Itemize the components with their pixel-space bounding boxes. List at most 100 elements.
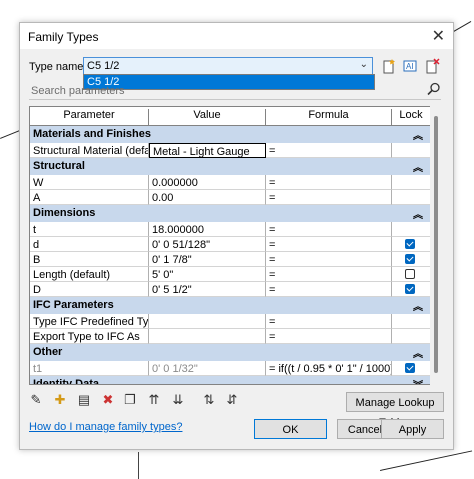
column-header-lock[interactable]: Lock <box>392 109 430 127</box>
parameter-name: Length (default) <box>30 267 149 282</box>
sort-descending-icon[interactable]: ⇵ <box>224 392 240 408</box>
group-title: Dimensions <box>33 207 96 219</box>
parameter-value-field[interactable] <box>149 329 266 344</box>
parameter-value-field[interactable]: 0' 0 1/32" <box>149 361 266 376</box>
apply-button[interactable]: Apply <box>381 419 444 439</box>
lock-checkbox[interactable] <box>405 254 415 264</box>
parameter-name: D <box>30 282 149 297</box>
parameter-name: Structural Material (default) <box>30 143 149 158</box>
table-row: Type IFC Predefined Type = <box>30 314 430 329</box>
ok-button[interactable]: OK <box>254 419 327 439</box>
parameter-formula-field[interactable]: = <box>266 175 392 190</box>
lock-cell <box>392 282 430 297</box>
type-name-label: Type name: <box>29 61 87 73</box>
parameter-formula-field[interactable]: = <box>266 329 392 344</box>
background-line <box>380 450 473 471</box>
rename-type-icon[interactable]: AI <box>402 58 418 74</box>
manage-lookup-tables-button[interactable]: Manage Lookup Tables <box>346 392 444 429</box>
parameter-name: Export Type to IFC As <box>30 329 149 344</box>
sort-ascending-icon[interactable]: ⇅ <box>201 392 217 408</box>
collapse-chevron-icon[interactable]: ︽ <box>413 298 423 313</box>
parameter-formula-field[interactable]: = <box>266 282 392 297</box>
parameter-formula-field[interactable]: = <box>266 314 392 329</box>
delete-type-icon[interactable] <box>424 58 440 74</box>
lock-cell <box>392 252 430 267</box>
lock-cell <box>392 361 430 376</box>
search-icon[interactable] <box>427 82 441 96</box>
column-header-value[interactable]: Value <box>149 109 266 127</box>
parameter-value-field[interactable]: 5' 0" <box>149 267 266 282</box>
parameter-formula-field[interactable]: = if((t / 0.95 * 0' 1" / 1000) < 0' <box>266 361 392 376</box>
collapse-chevron-icon[interactable]: ︾ <box>413 377 423 384</box>
parameter-name: t <box>30 222 149 237</box>
parameter-name: d <box>30 237 149 252</box>
parameter-value-field[interactable]: 0.00 <box>149 190 266 205</box>
parameter-formula-field[interactable]: = <box>266 143 392 158</box>
lock-checkbox[interactable] <box>405 269 415 279</box>
group-header[interactable]: Other ︽ <box>30 344 430 361</box>
table-row: Length (default) 5' 0" = <box>30 267 430 282</box>
lock-checkbox[interactable] <box>405 363 415 373</box>
group-title: Structural <box>33 160 85 172</box>
lock-cell <box>392 237 430 252</box>
parameter-formula-field[interactable]: = <box>266 222 392 237</box>
column-header-formula[interactable]: Formula <box>266 109 392 127</box>
close-icon[interactable]: ✕ <box>432 26 445 46</box>
group-header[interactable]: Materials and Finishes ︽ <box>30 126 430 143</box>
table-row: W 0.000000 = <box>30 175 430 190</box>
vertical-scrollbar[interactable] <box>430 106 442 385</box>
new-parameter-icon[interactable]: ✚ <box>52 392 68 408</box>
parameter-value-field[interactable]: 0' 1 7/8" <box>149 252 266 267</box>
group-title: Identity Data <box>33 378 100 385</box>
scrollbar-thumb[interactable] <box>434 116 438 373</box>
background-line <box>138 452 139 479</box>
parameter-name: A <box>30 190 149 205</box>
parameter-formula-field[interactable]: = <box>266 267 392 282</box>
search-input[interactable]: Search parameters <box>31 85 125 97</box>
parameter-value-field[interactable]: 18.000000 <box>149 222 266 237</box>
parameter-name: t1 <box>30 361 149 376</box>
move-up-icon[interactable]: ⇈ <box>146 392 162 408</box>
group-header[interactable]: IFC Parameters ︽ <box>30 297 430 314</box>
pencil-icon[interactable]: ✎ <box>28 392 44 408</box>
background-line <box>0 129 21 139</box>
parameter-properties-icon[interactable]: ▤ <box>76 392 92 408</box>
parameter-value-field[interactable]: 0' 5 1/2" <box>149 282 266 297</box>
help-link[interactable]: How do I manage family types? <box>29 421 182 433</box>
lock-checkbox[interactable] <box>405 284 415 294</box>
group-title: Materials and Finishes <box>33 128 151 140</box>
parameter-formula-field[interactable]: = <box>266 237 392 252</box>
move-down-icon[interactable]: ⇊ <box>170 392 186 408</box>
group-header[interactable]: Dimensions ︽ <box>30 205 430 222</box>
table-row: Structural Material (default)Metal - Lig… <box>30 143 430 158</box>
column-header-parameter[interactable]: Parameter <box>30 109 149 127</box>
parameter-formula-field[interactable]: = <box>266 190 392 205</box>
lock-cell <box>392 143 430 158</box>
parameter-value-field[interactable]: 0' 0 51/128" <box>149 237 266 252</box>
chevron-down-icon[interactable]: ⌄ <box>360 59 368 70</box>
parameter-value-field[interactable] <box>149 314 266 329</box>
collapse-chevron-icon[interactable]: ︽ <box>413 127 423 142</box>
group-title: Other <box>33 346 63 358</box>
grid-header: Parameter Value Formula Lock <box>30 107 430 127</box>
parameters-grid: Parameter Value Formula Lock Materials and F… <box>29 106 431 385</box>
collapse-chevron-icon[interactable]: ︽ <box>413 159 423 174</box>
parameter-value-field[interactable]: Metal - Light Gauge <box>149 143 266 158</box>
group-header[interactable]: Identity Data ︾ <box>30 376 430 385</box>
parameter-formula-field[interactable]: = <box>266 252 392 267</box>
parameter-name: B <box>30 252 149 267</box>
group-header[interactable]: Structural ︽ <box>30 158 430 175</box>
lock-checkbox[interactable] <box>405 239 415 249</box>
lock-cell <box>392 314 430 329</box>
collapse-chevron-icon[interactable]: ︽ <box>413 206 423 221</box>
collapse-chevron-icon[interactable]: ︽ <box>413 345 423 360</box>
copy-icon[interactable]: ❐ <box>122 392 138 408</box>
new-type-icon[interactable] <box>381 58 397 74</box>
dialog-title: Family Types <box>28 30 99 44</box>
parameter-value-field[interactable]: 0.000000 <box>149 175 266 190</box>
svg-text:AI: AI <box>406 62 414 71</box>
delete-parameter-icon[interactable]: ✖ <box>100 392 116 408</box>
lock-cell <box>392 190 430 205</box>
lock-cell <box>392 329 430 344</box>
search-parameters[interactable]: Search parameters <box>29 82 441 100</box>
